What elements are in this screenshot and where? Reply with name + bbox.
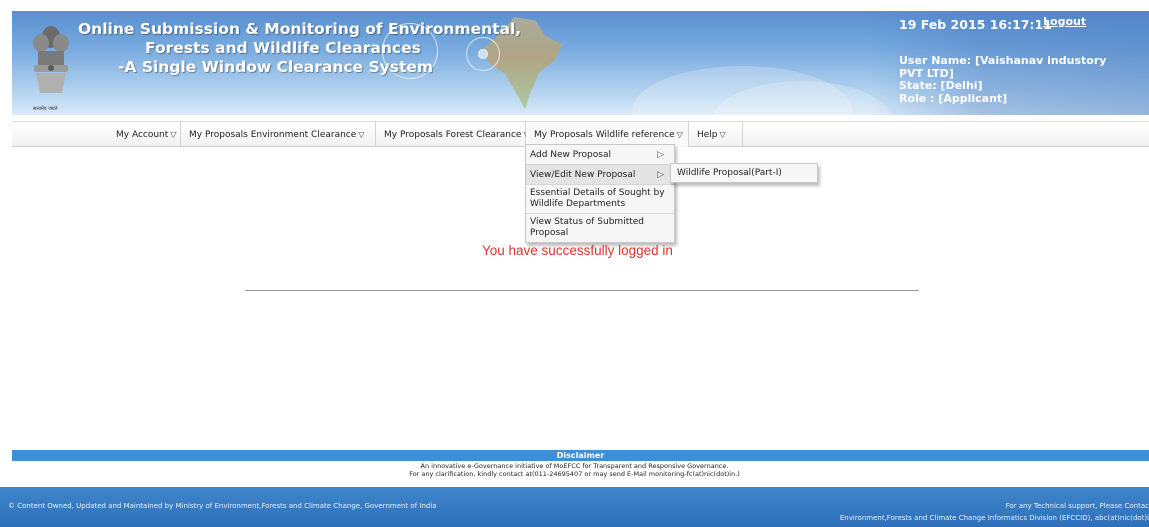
submenu-wildlife-proposal-part1[interactable]: Wildlife Proposal(Part-I) — [670, 163, 818, 183]
menu-my-account[interactable]: My Account ▽ — [108, 122, 181, 147]
menu-label: Help — [697, 130, 718, 140]
chevron-down-icon: ▽ — [358, 130, 365, 139]
menu-environment-clearance[interactable]: My Proposals Environment Clearance ▽ — [181, 122, 376, 147]
site-title-line1: Online Submission & Monitoring of Enviro… — [78, 20, 522, 38]
login-success-message: You have successfully logged in — [482, 243, 673, 258]
dropdown-item-view-status[interactable]: View Status of Submitted Proposal — [526, 214, 674, 242]
menu-label: My Proposals Forest Clearance — [384, 130, 522, 140]
user-name: User Name: [Vaishanav industory — [899, 54, 1107, 67]
chevron-down-icon: ▽ — [170, 130, 177, 139]
disclaimer-line1: An innovative e-Governance initiative of… — [420, 462, 729, 470]
footer-copyright: © Content Owned, Updated and Maintained … — [8, 502, 437, 510]
dropdown-item-label: Essential Details of Sought by Wildlife … — [530, 188, 665, 209]
dropdown-item-add-new-proposal[interactable]: Add New Proposal ▷ — [526, 145, 674, 165]
dropdown-item-essential-details[interactable]: Essential Details of Sought by Wildlife … — [526, 185, 674, 214]
dropdown-item-label: Add New Proposal — [530, 150, 611, 160]
disclaimer-text: An innovative e-Governance initiative of… — [0, 462, 1149, 478]
disclaimer-line2: For any clarification, kindly contact at… — [409, 470, 740, 478]
menu-label: My Proposals Environment Clearance — [189, 130, 357, 140]
divider — [245, 290, 919, 291]
menu-forest-clearance[interactable]: My Proposals Forest Clearance▽ — [376, 122, 530, 147]
footer: © Content Owned, Updated and Maintained … — [0, 487, 1149, 527]
banner-decoration — [478, 49, 488, 59]
user-state: State: [Delhi] — [899, 79, 983, 92]
dropdown-item-view-edit-proposal[interactable]: View/Edit New Proposal ▷ — [526, 165, 674, 185]
menu-help[interactable]: Help ▽ — [689, 122, 743, 147]
dropdown-item-label: View Status of Submitted Proposal — [530, 217, 644, 238]
wildlife-dropdown-menu: Add New Proposal ▷ View/Edit New Proposa… — [525, 144, 675, 243]
disclaimer-title: Disclaimer — [12, 450, 1149, 461]
chevron-down-icon: ▽ — [719, 130, 726, 139]
dropdown-item-label: View/Edit New Proposal — [530, 170, 636, 180]
chevron-right-icon: ▷ — [657, 170, 664, 180]
footer-support: For any Technical support, Please Contac — [1005, 502, 1149, 510]
menu-label: My Account — [116, 130, 169, 140]
footer-contact: Environment,Forests and Climate Change I… — [839, 514, 1149, 522]
chevron-down-icon: ▽ — [676, 130, 683, 139]
site-title-line2: Forests and Wildlife Clearances — [145, 39, 421, 57]
site-title: Online Submission & Monitoring of Enviro… — [78, 20, 522, 77]
menu-label: My Proposals Wildlife reference — [534, 130, 675, 140]
user-role: Role : [Applicant] — [899, 91, 1008, 105]
user-details: User Name: [Vaishanav industory PVT LTD]… — [899, 54, 1107, 105]
site-title-line3: -A Single Window Clearance System — [118, 58, 434, 76]
chevron-right-icon: ▷ — [657, 150, 664, 160]
emblem-caption: सत्यमेव जयते — [33, 106, 58, 112]
logout-link[interactable]: Logout — [1043, 15, 1086, 28]
national-emblem-icon — [33, 26, 69, 93]
current-datetime: 19 Feb 2015 16:17:11 — [899, 17, 1052, 32]
